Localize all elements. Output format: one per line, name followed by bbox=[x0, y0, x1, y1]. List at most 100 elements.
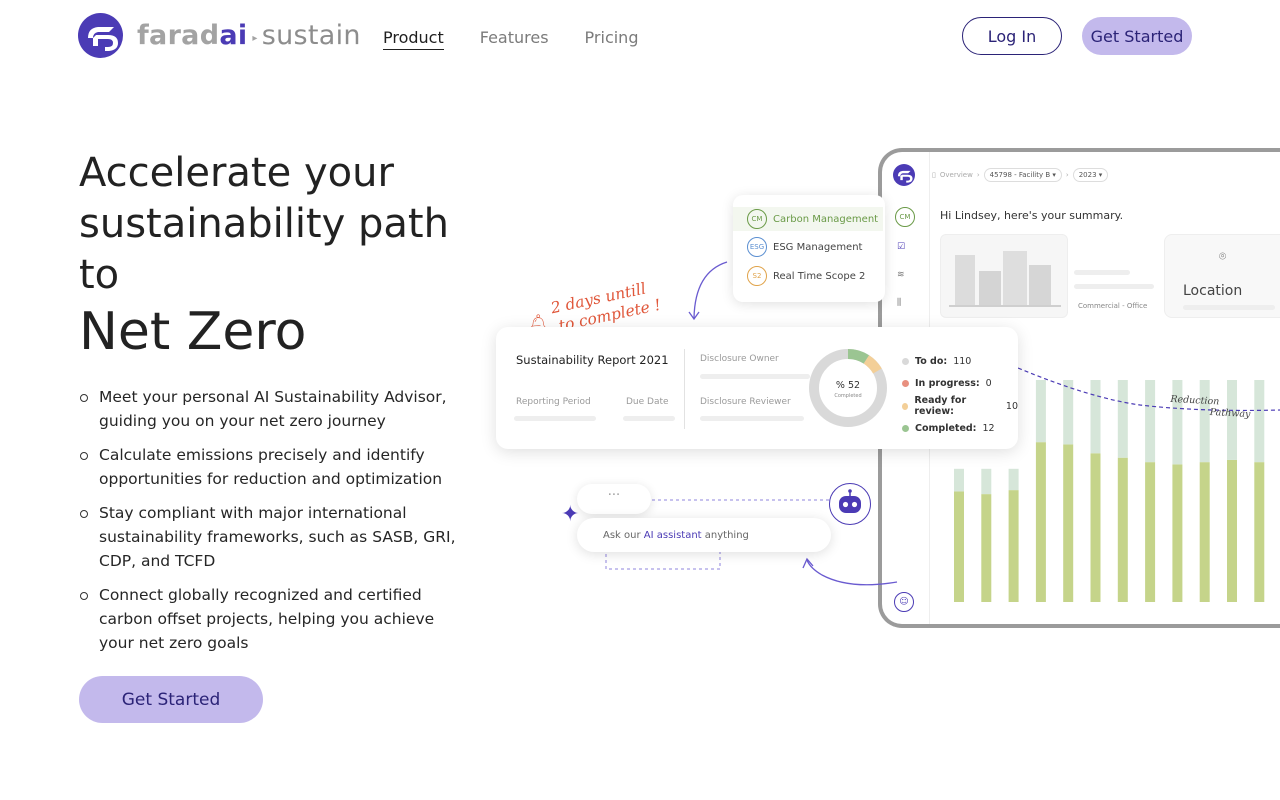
legend-dot bbox=[902, 425, 909, 433]
ai-prompt-prefix: Ask our bbox=[603, 530, 644, 541]
chart-bar-segment bbox=[1090, 380, 1101, 454]
due-date-label: Due Date bbox=[626, 397, 669, 407]
chart-bar-segment bbox=[1145, 380, 1156, 463]
sustainability-report-card: Sustainability Report 2021 Reporting Per… bbox=[496, 327, 1018, 449]
cm-badge: CM bbox=[747, 209, 767, 229]
breadcrumb-separator: › bbox=[1065, 171, 1069, 179]
chart-bar-segment bbox=[1145, 462, 1156, 602]
chart-bar-segment bbox=[1227, 459, 1237, 602]
typing-indicator: ··· bbox=[577, 484, 651, 514]
chart-bar-segment bbox=[981, 468, 992, 495]
reporting-period-label: Reporting Period bbox=[516, 397, 591, 407]
arrowhead bbox=[802, 557, 814, 569]
faradai-logo-icon bbox=[78, 13, 123, 58]
login-button[interactable]: Log In bbox=[962, 17, 1062, 55]
placeholder-line bbox=[700, 374, 810, 379]
hero-title: Accelerate your sustainability path to bbox=[79, 150, 449, 298]
donut-caption: Completed bbox=[834, 393, 861, 399]
s2-badge: S2 bbox=[747, 266, 767, 286]
building-type-label: Commercial - Office bbox=[1078, 302, 1148, 310]
menu-item-label: Carbon Management bbox=[773, 213, 879, 225]
chart-bar-segment bbox=[1063, 444, 1074, 602]
connector-arrow-menu bbox=[693, 261, 728, 319]
hero-title-emphasis: Net Zero bbox=[79, 302, 307, 362]
reduction-pathway-label: Reduction Pathway bbox=[1169, 394, 1251, 420]
robot-face-icon bbox=[839, 489, 861, 513]
report-title: Sustainability Report 2021 bbox=[516, 353, 669, 367]
sidebar-database-icon: ≋ bbox=[897, 270, 905, 280]
legend-dot bbox=[902, 380, 909, 388]
legend-row-in-progress: In progress: 0 bbox=[902, 373, 1018, 396]
donut-value: % 52 bbox=[836, 380, 860, 391]
top-nav: farad ai ▸ sustain Product Features Pricing… bbox=[0, 0, 1280, 76]
card-divider bbox=[684, 349, 685, 429]
feature-list: Meet your personal AI Sustainability Adv… bbox=[79, 385, 469, 665]
chart-bar-segment bbox=[954, 491, 964, 602]
placeholder-line bbox=[1074, 270, 1130, 275]
chart-bar-segment bbox=[1063, 380, 1074, 445]
legend-value: 110 bbox=[953, 355, 972, 367]
disclosure-reviewer-label: Disclosure Reviewer bbox=[700, 397, 791, 407]
chart-bar-segment bbox=[1117, 457, 1128, 602]
sidebar-report-icon: ☑ bbox=[897, 242, 906, 252]
nav-link-pricing[interactable]: Pricing bbox=[585, 28, 639, 50]
feature-item: Calculate emissions precisely and identi… bbox=[79, 443, 469, 491]
legend-dot bbox=[902, 402, 909, 410]
ai-assistant-prompt: Ask our AI assistant anything bbox=[577, 518, 831, 552]
year-select: 2023 ▾ bbox=[1072, 168, 1109, 182]
location-pin-icon: ⌾ bbox=[1219, 249, 1227, 263]
get-started-hero-button[interactable]: Get Started bbox=[79, 676, 263, 723]
legend-row-ready-for-review: Ready for review: 10 bbox=[902, 395, 1018, 418]
nav-link-product[interactable]: Product bbox=[383, 28, 444, 50]
chart-bar-segment bbox=[1172, 380, 1183, 465]
status-legend: To do: 110 In progress: 0 Ready for review… bbox=[902, 350, 1018, 440]
menu-item-real-time-scope-2: S2 Real Time Scope 2 bbox=[747, 266, 865, 286]
disclosure-owner-label: Disclosure Owner bbox=[700, 354, 779, 364]
get-started-nav-button[interactable]: Get Started bbox=[1082, 17, 1192, 55]
arrowhead bbox=[688, 311, 700, 321]
legend-value: 12 bbox=[982, 423, 995, 435]
ai-prompt-highlight: AI assistant bbox=[643, 530, 702, 541]
nav-link-features[interactable]: Features bbox=[480, 28, 549, 50]
placeholder-line bbox=[623, 416, 675, 421]
chart-bar-segment bbox=[1035, 442, 1046, 602]
ai-prompt-suffix: anything bbox=[701, 530, 749, 541]
chart-bar-segment bbox=[981, 494, 992, 602]
location-label: Location bbox=[1183, 283, 1243, 299]
brand-product: sustain bbox=[261, 20, 361, 51]
feature-item: Connect globally recognized and certifie… bbox=[79, 583, 469, 655]
chart-bar-segment bbox=[1008, 490, 1019, 602]
legend-value: 0 bbox=[985, 378, 992, 390]
nav-links: Product Features Pricing bbox=[383, 28, 638, 50]
esg-badge: ESG bbox=[747, 237, 767, 257]
feature-item: Meet your personal AI Sustainability Adv… bbox=[79, 385, 469, 433]
brand-logo[interactable]: farad ai ▸ sustain bbox=[78, 13, 361, 58]
brand-separator: ▸ bbox=[252, 33, 258, 44]
legend-value: 10 bbox=[1005, 400, 1018, 412]
location-card: ⌾ Location bbox=[1164, 234, 1280, 318]
facility-select-label: 45798 - Facility B bbox=[989, 171, 1051, 179]
sidebar-cm-badge: CM bbox=[895, 207, 915, 227]
feature-item: Stay compliant with major international … bbox=[79, 501, 469, 573]
breadcrumb-doc-icon: ▯ bbox=[932, 171, 936, 179]
legend-label: Completed: bbox=[915, 423, 977, 435]
menu-item-label: Real Time Scope 2 bbox=[773, 270, 866, 282]
legend-row-todo: To do: 110 bbox=[902, 350, 1018, 373]
robot-assistant-icon bbox=[829, 483, 871, 525]
placeholder-line bbox=[514, 416, 596, 421]
summary-greeting: Hi Lindsey, here's your summary. bbox=[940, 209, 1124, 222]
ai-dashed-box bbox=[605, 550, 721, 570]
placeholder-line bbox=[1074, 284, 1154, 289]
building-icon bbox=[949, 251, 1061, 307]
breadcrumb-separator: › bbox=[976, 171, 980, 179]
legend-label: In progress: bbox=[915, 378, 980, 390]
brand-wordmark: farad ai ▸ sustain bbox=[137, 20, 361, 51]
menu-item-esg-management: ESG ESG Management bbox=[747, 237, 862, 257]
menu-item-label: ESG Management bbox=[773, 241, 863, 253]
chart-bar-segment bbox=[954, 468, 964, 492]
sparkle-icon: ✦ bbox=[561, 502, 580, 527]
placeholder-line bbox=[1183, 305, 1275, 310]
chart-bar-segment bbox=[1227, 380, 1237, 460]
legend-dot bbox=[902, 357, 909, 365]
chart-bar-segment bbox=[1117, 380, 1128, 458]
